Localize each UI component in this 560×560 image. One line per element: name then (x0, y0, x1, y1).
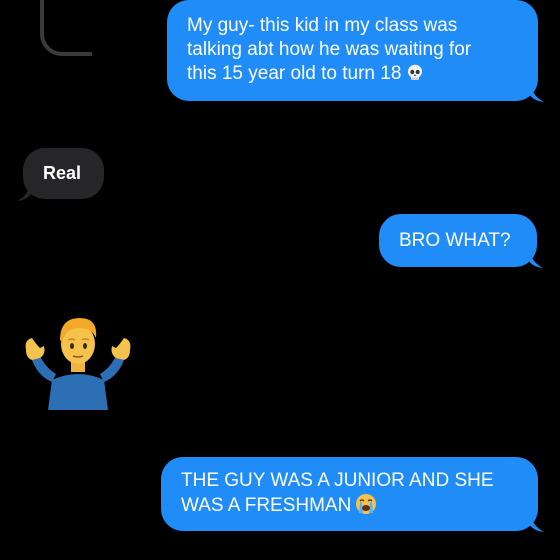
message-thread: My guy- this kid in my class was talking… (0, 0, 560, 560)
sent-message-bubble[interactable]: BRO WHAT? (379, 214, 543, 268)
bubble-tail (17, 185, 35, 201)
bubble-tail (526, 516, 544, 532)
received-message-bubble[interactable]: Real (17, 148, 104, 201)
sent-message-bubble[interactable]: THE GUY WAS A JUNIOR AND SHE WAS A FRESH… (161, 457, 544, 532)
bubble-tail (526, 86, 544, 102)
message-text: BRO WHAT? (399, 230, 511, 251)
sent-message-bubble[interactable]: My guy- this kid in my class was talking… (167, 0, 544, 102)
skull-emoji-icon (408, 64, 423, 80)
message-text: THE GUY WAS A JUNIOR AND SHE WAS A FRESH… (181, 470, 494, 516)
message-text: My guy- this kid in my class was talking… (187, 15, 472, 84)
bubble-tail (525, 252, 543, 268)
loudly-crying-face-emoji-icon (356, 494, 377, 514)
previous-message-bubble-edge (40, 0, 92, 56)
message-text: Real (43, 163, 82, 183)
man-shrugging-emoji-icon[interactable] (22, 310, 134, 410)
